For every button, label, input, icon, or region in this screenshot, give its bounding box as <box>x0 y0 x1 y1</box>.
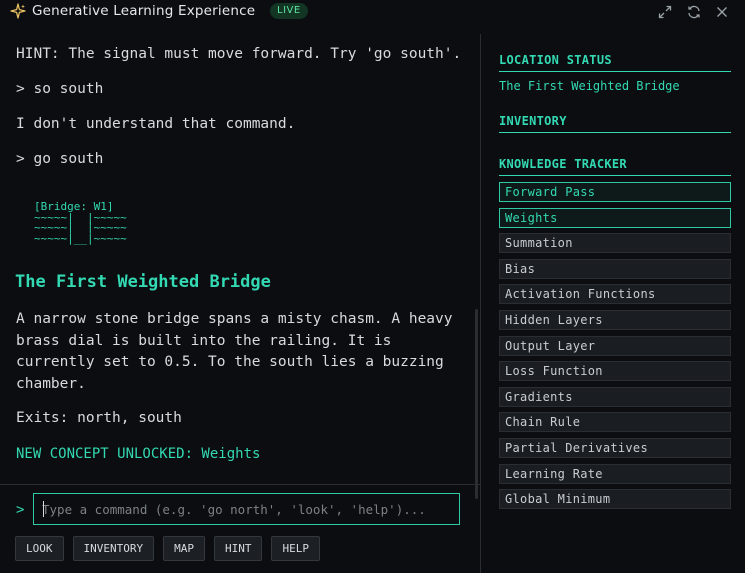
refresh-icon[interactable] <box>685 3 703 21</box>
knowledge-list: Forward Pass Weights Summation Bias Activati… <box>499 182 731 515</box>
knowledge-item: Gradients <box>499 386 731 407</box>
knowledge-item: Partial Derivatives <box>499 437 731 458</box>
map-button[interactable]: MAP <box>163 536 205 561</box>
sparkle-icon <box>10 3 26 19</box>
current-location: The First Weighted Bridge <box>499 79 680 93</box>
quick-command-bar: LOOK INVENTORY MAP HINT HELP <box>15 536 320 561</box>
text-cursor <box>43 501 44 517</box>
look-button[interactable]: LOOK <box>15 536 64 561</box>
knowledge-item: Global Minimum <box>499 489 731 510</box>
knowledge-item: Bias <box>499 258 731 279</box>
pane-divider <box>480 34 481 573</box>
hint-button[interactable]: HINT <box>213 536 263 561</box>
knowledge-item: Loss Function <box>499 361 731 382</box>
knowledge-tracker-heading: KNOWLEDGE TRACKER <box>499 157 731 176</box>
knowledge-item: Activation Functions <box>499 284 731 305</box>
knowledge-item: Hidden Layers <box>499 309 731 330</box>
knowledge-item: Forward Pass <box>499 182 731 202</box>
expand-icon[interactable] <box>656 3 674 21</box>
knowledge-item: Chain Rule <box>499 412 731 433</box>
location-status-heading: LOCATION STATUS <box>499 53 731 72</box>
inventory-button[interactable]: INVENTORY <box>72 536 155 561</box>
app-title: Generative Learning Experience <box>32 3 256 19</box>
prompt-chevron: > <box>16 502 25 518</box>
inventory-heading: INVENTORY <box>499 114 731 133</box>
knowledge-item: Learning Rate <box>499 463 731 484</box>
close-icon[interactable] <box>713 3 731 21</box>
command-input[interactable] <box>33 493 460 525</box>
knowledge-item: Weights <box>499 207 731 228</box>
title-bar: Generative Learning Experience LIVE <box>0 0 745 24</box>
live-badge: LIVE <box>270 3 308 19</box>
knowledge-item: Summation <box>499 233 731 254</box>
help-button[interactable]: HELP <box>271 536 320 561</box>
knowledge-item: Output Layer <box>499 335 731 356</box>
